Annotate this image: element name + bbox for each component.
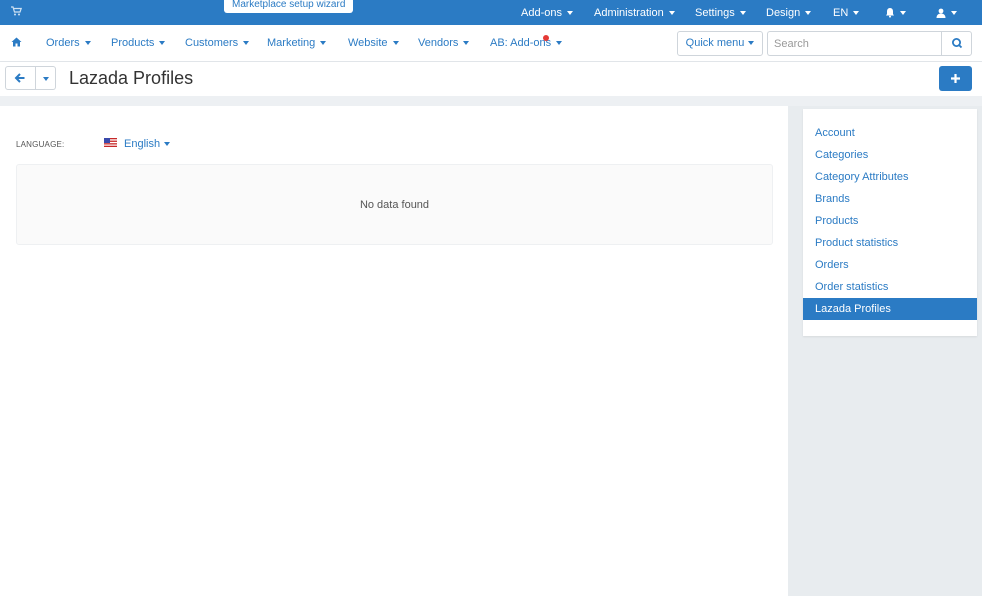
nav-ab-addons[interactable]: AB: Add-ons <box>490 37 563 49</box>
chevron-down-icon <box>159 41 166 46</box>
search-button[interactable] <box>941 31 972 56</box>
chevron-down-icon <box>463 41 470 46</box>
add-profile-button[interactable] <box>939 66 972 91</box>
nav-ab-addons-label: AB: Add-ons <box>490 37 552 49</box>
sidebar-item-lazada-profiles[interactable]: Lazada Profiles <box>803 298 977 320</box>
empty-state: No data found <box>16 164 773 245</box>
chevron-down-icon <box>853 10 860 15</box>
chevron-down-icon <box>556 41 563 46</box>
sidebar-item-products[interactable]: Products <box>803 210 977 232</box>
chevron-down-icon <box>748 41 755 46</box>
content-gap <box>0 96 982 106</box>
search-input[interactable] <box>767 31 941 56</box>
nav-orders[interactable]: Orders <box>46 37 91 49</box>
language-selector[interactable]: English <box>124 138 171 150</box>
notifications-menu[interactable] <box>885 0 906 25</box>
back-arrow-icon <box>14 73 25 83</box>
sidebar-item-categories[interactable]: Categories <box>803 144 977 166</box>
topnav-settings-label: Settings <box>695 6 735 19</box>
chevron-down-icon <box>739 10 746 15</box>
chevron-down-icon <box>900 10 906 15</box>
chevron-down-icon <box>243 41 250 46</box>
sidebar-item-order-statistics[interactable]: Order statistics <box>803 276 977 298</box>
page-title: Lazada Profiles <box>69 68 194 88</box>
nav-marketing[interactable]: Marketing <box>267 37 327 49</box>
nav-marketing-label: Marketing <box>267 37 316 49</box>
chevron-down-icon <box>668 10 675 15</box>
nav-website[interactable]: Website <box>348 37 399 49</box>
nav-vendors-label: Vendors <box>418 37 459 49</box>
chevron-down-icon <box>392 41 399 46</box>
user-icon <box>936 8 946 18</box>
chevron-down-icon <box>164 142 171 147</box>
nav-products[interactable]: Products <box>111 37 166 49</box>
back-dropdown-button[interactable] <box>36 66 56 90</box>
sidebar-item-brands[interactable]: Brands <box>803 188 977 210</box>
nav-customers[interactable]: Customers <box>185 37 250 49</box>
language-label: LANGUAGE: <box>16 140 65 149</box>
bell-icon <box>886 8 894 18</box>
nav-customers-label: Customers <box>185 37 239 49</box>
user-menu[interactable] <box>936 0 957 25</box>
nav-orders-label: Orders <box>46 37 80 49</box>
topnav-language-label: EN <box>833 6 849 19</box>
back-button[interactable] <box>5 66 36 90</box>
topnav-addons[interactable]: Add-ons <box>521 0 573 25</box>
quick-menu-button[interactable]: Quick menu <box>677 31 763 56</box>
topnav-language[interactable]: EN <box>833 0 860 25</box>
topnav-administration[interactable]: Administration <box>594 0 675 25</box>
chevron-down-icon <box>951 10 957 15</box>
search-icon <box>951 38 963 49</box>
sidebar-item-category-attributes[interactable]: Category Attributes <box>803 166 977 188</box>
topnav-design-label: Design <box>766 6 801 19</box>
sidebar-item-orders[interactable]: Orders <box>803 254 977 276</box>
topnav-addons-label: Add-ons <box>521 6 562 19</box>
notification-dot <box>543 35 549 41</box>
us-flag-icon <box>104 138 117 147</box>
sidebar: Account Categories Category Attributes B… <box>803 109 977 336</box>
language-value: English <box>124 138 161 150</box>
cart-icon[interactable] <box>11 6 23 19</box>
nav-vendors[interactable]: Vendors <box>418 37 470 49</box>
topnav-settings[interactable]: Settings <box>695 0 746 25</box>
chevron-down-icon <box>84 41 91 46</box>
topnav-design[interactable]: Design <box>766 0 812 25</box>
home-icon[interactable] <box>11 37 22 48</box>
topnav-administration-label: Administration <box>594 6 664 19</box>
nav-products-label: Products <box>111 37 155 49</box>
sidebar-item-account[interactable]: Account <box>803 122 977 144</box>
chevron-down-icon <box>320 41 327 46</box>
plus-icon <box>951 74 960 83</box>
quick-menu-label: Quick menu <box>685 37 745 49</box>
sidebar-item-product-statistics[interactable]: Product statistics <box>803 232 977 254</box>
chevron-down-icon <box>805 10 812 15</box>
chevron-down-icon <box>566 10 573 15</box>
nav-website-label: Website <box>348 37 388 49</box>
chevron-down-icon <box>43 77 49 81</box>
setup-wizard-button[interactable]: Marketplace setup wizard <box>224 0 354 13</box>
